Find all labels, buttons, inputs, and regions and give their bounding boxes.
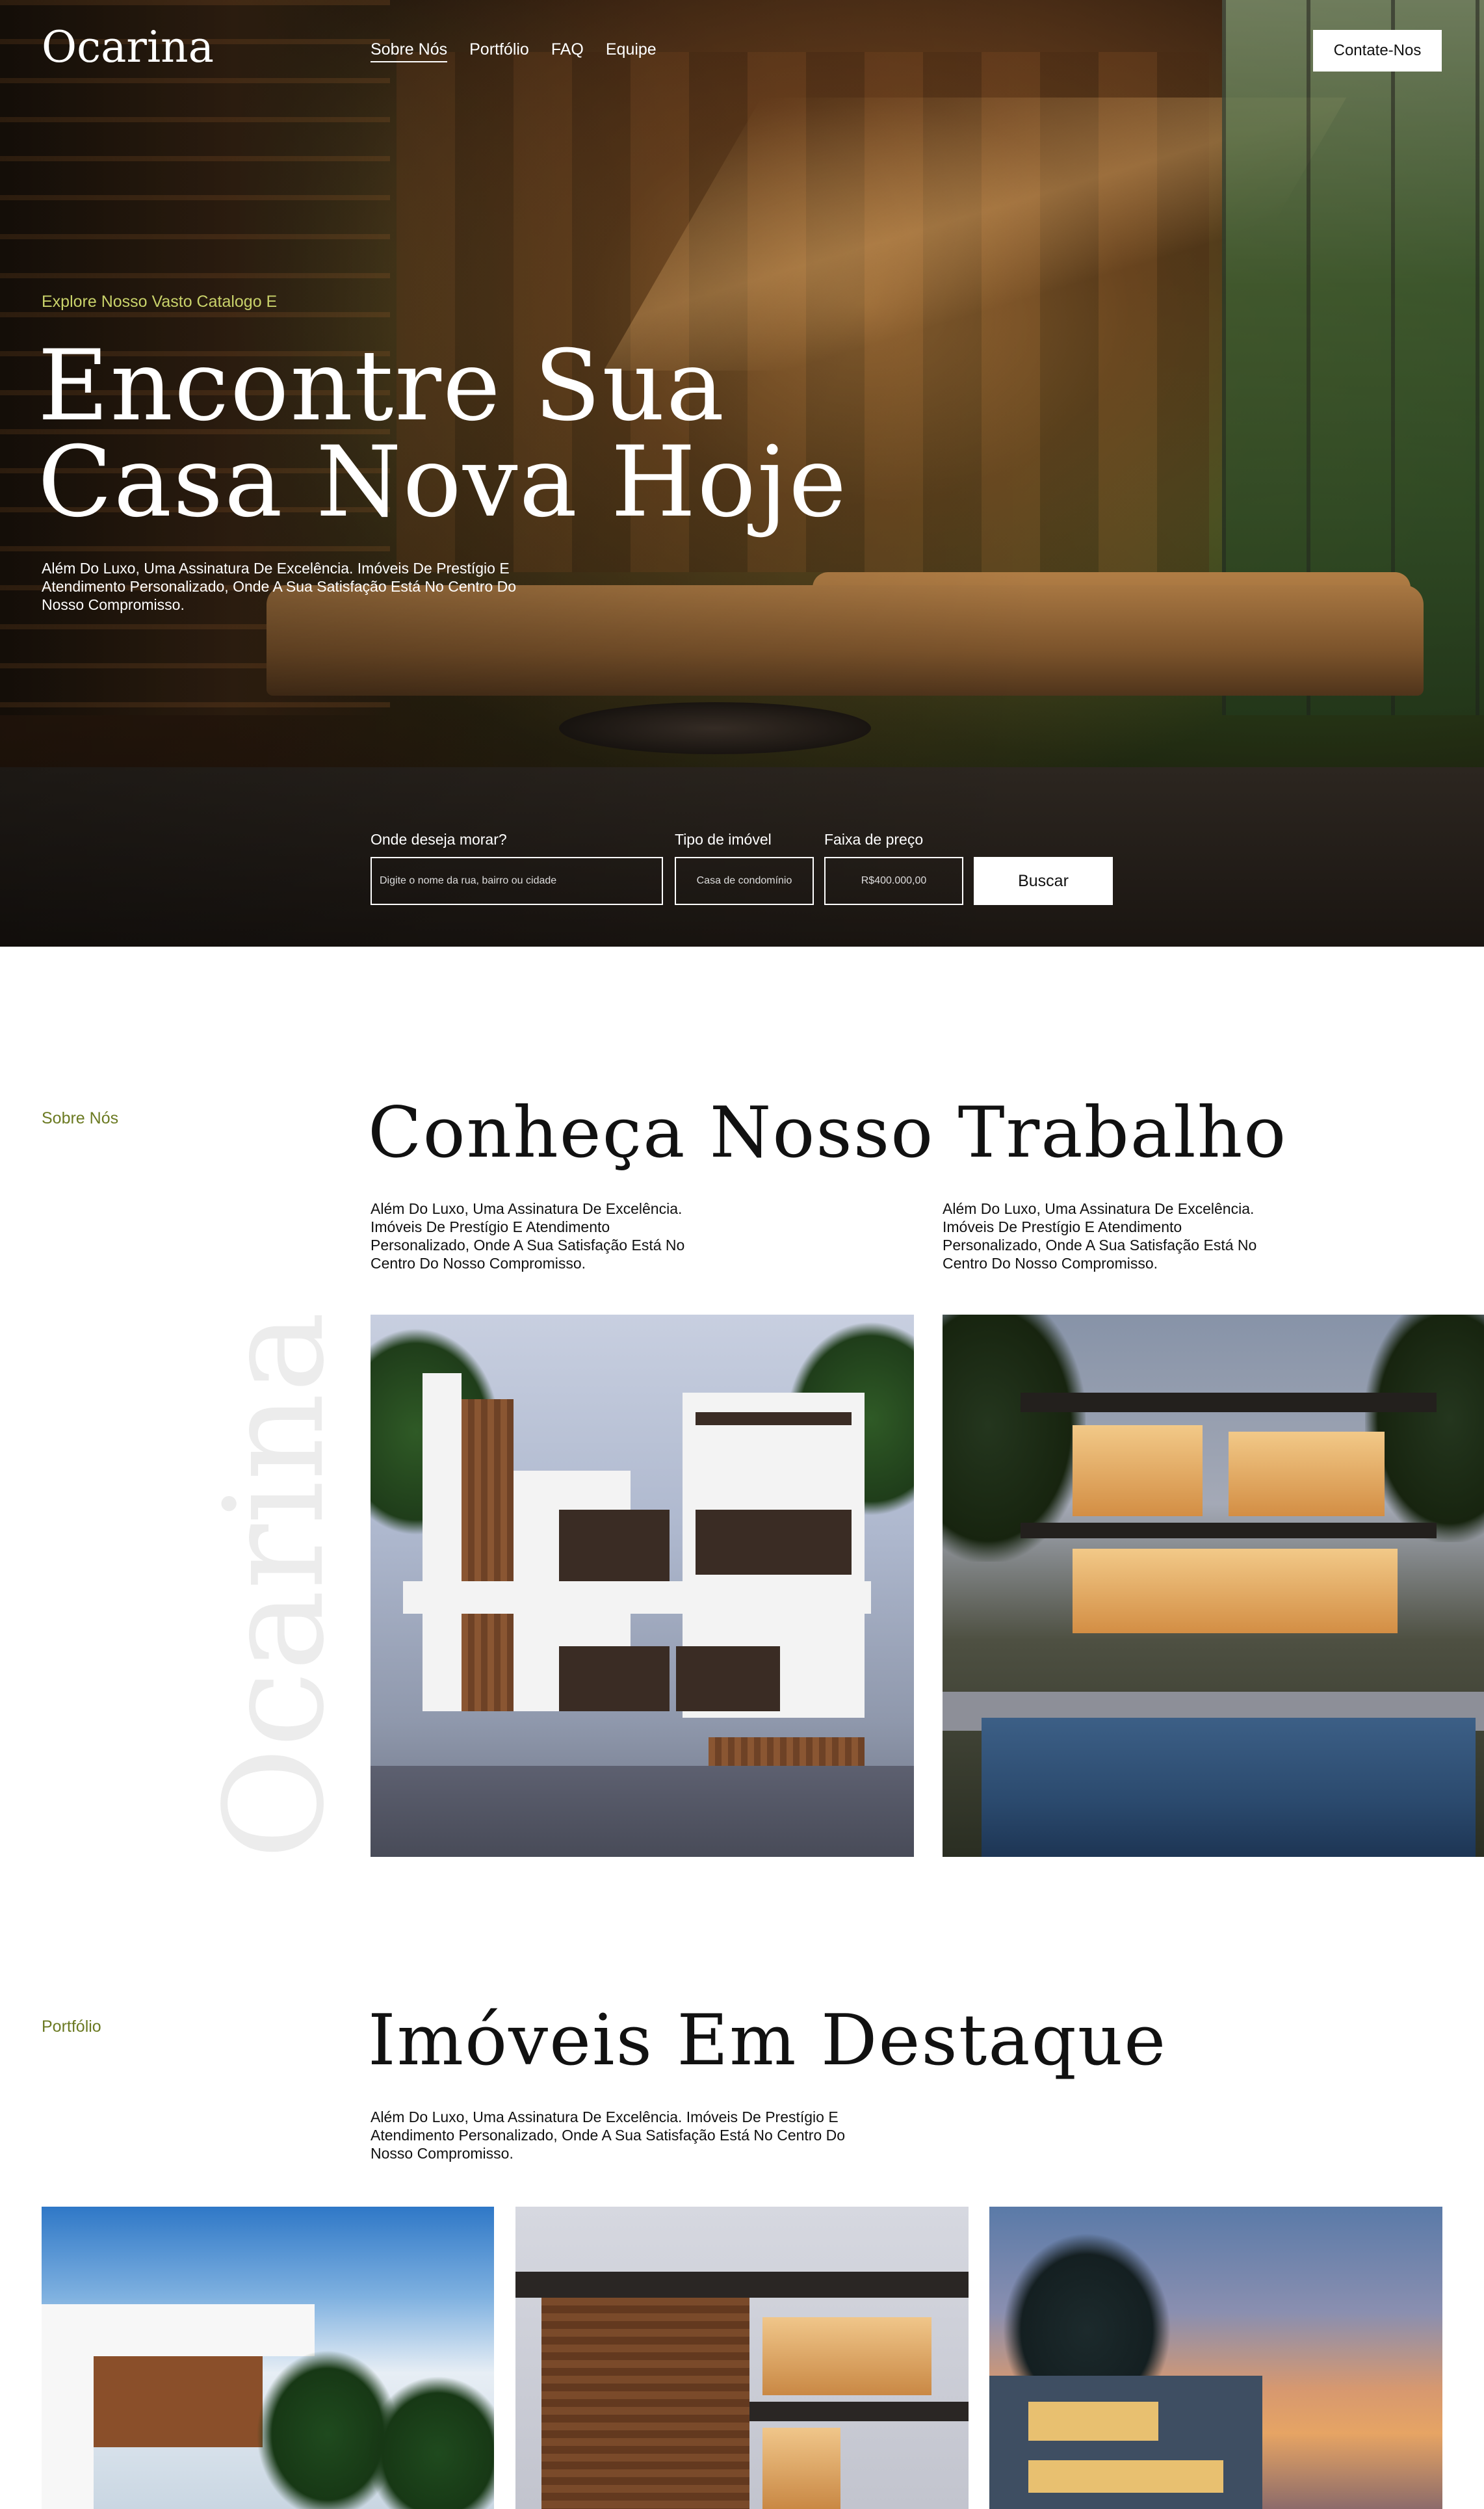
brand-logo[interactable]: Ocarina bbox=[42, 22, 214, 72]
property-card-2[interactable] bbox=[515, 2207, 969, 2509]
portfolio-text: Além Do Luxo, Uma Assinatura De Excelênc… bbox=[371, 2108, 846, 2162]
about-text-left: Além Do Luxo, Uma Assinatura De Excelênc… bbox=[371, 1200, 685, 1272]
portfolio-section-label: Portfólio bbox=[42, 2017, 101, 2036]
nav-item-faq[interactable]: FAQ bbox=[551, 40, 584, 62]
price-range-label: Faixa de preço bbox=[824, 831, 924, 848]
nav-item-portfolio[interactable]: Portfólio bbox=[469, 40, 529, 62]
about-image-pool-house bbox=[943, 1315, 1484, 1857]
contact-button[interactable]: Contate-Nos bbox=[1313, 30, 1442, 72]
location-input[interactable]: Digite o nome da rua, bairro ou cidade bbox=[371, 857, 663, 905]
price-range-value: R$400.000,00 bbox=[861, 875, 927, 886]
about-section-label: Sobre Nós bbox=[42, 1109, 119, 1127]
location-placeholder: Digite o nome da rua, bairro ou cidade bbox=[380, 875, 557, 886]
property-type-value: Casa de condomínio bbox=[696, 875, 792, 886]
main-nav: Sobre Nós Portfólio FAQ Equipe bbox=[371, 40, 657, 62]
property-type-select[interactable]: Casa de condomínio bbox=[675, 857, 814, 905]
brand-watermark: Ocarina bbox=[195, 1311, 354, 1859]
portfolio-title: Imóveis Em Destaque bbox=[368, 2000, 1167, 2081]
nav-item-equipe[interactable]: Equipe bbox=[606, 40, 657, 62]
search-button[interactable]: Buscar bbox=[974, 857, 1113, 905]
hero-title: Encontre Sua Casa Nova Hoje bbox=[38, 330, 848, 539]
property-card-3[interactable] bbox=[989, 2207, 1442, 2509]
property-card-1[interactable] bbox=[42, 2207, 494, 2509]
hero-kicker: Explore Nosso Vasto Catalogo E bbox=[42, 293, 278, 311]
about-image-white-house bbox=[371, 1315, 914, 1857]
location-label: Onde deseja morar? bbox=[371, 831, 507, 848]
about-title: Conheça Nosso Trabalho bbox=[368, 1092, 1288, 1174]
about-text-right: Além Do Luxo, Uma Assinatura De Excelênc… bbox=[943, 1200, 1257, 1272]
hero-description: Além Do Luxo, Uma Assinatura De Excelênc… bbox=[42, 560, 517, 613]
nav-item-sobre-nos[interactable]: Sobre Nós bbox=[371, 40, 448, 62]
price-range-select[interactable]: R$400.000,00 bbox=[824, 857, 963, 905]
property-type-label: Tipo de imóvel bbox=[675, 831, 772, 848]
